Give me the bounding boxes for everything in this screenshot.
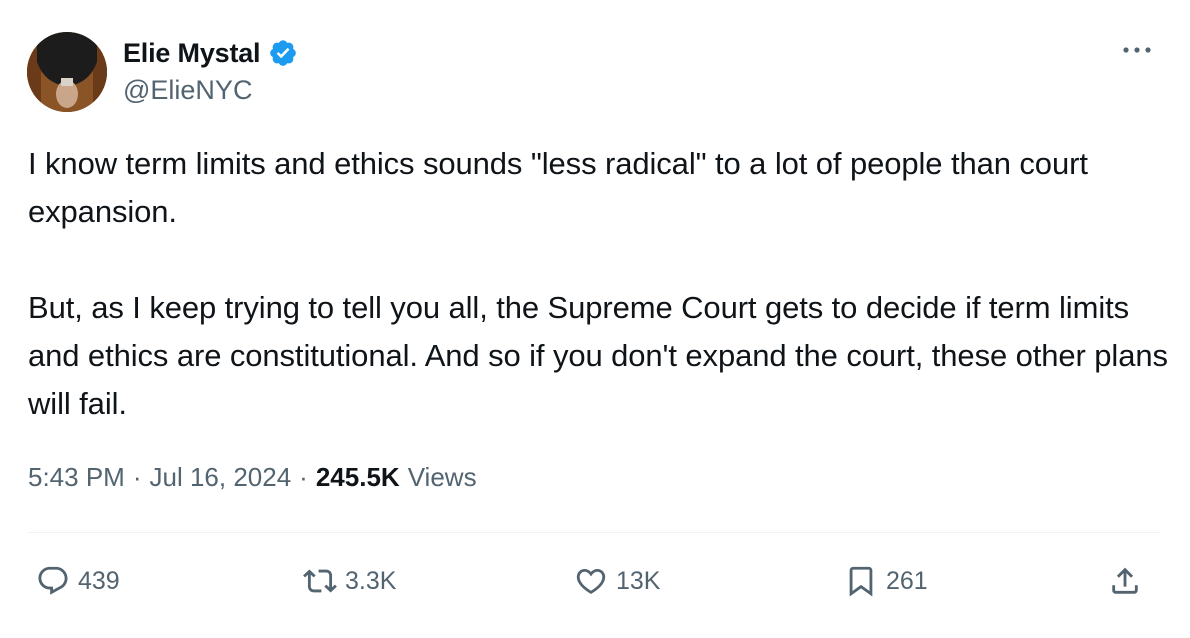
tweet-paragraph: I know term limits and ethics sounds "le… — [28, 146, 1088, 229]
share-icon — [1112, 567, 1138, 594]
share-button[interactable] — [1108, 556, 1150, 606]
meta-separator: · — [132, 462, 142, 492]
action-bar: 439 3.3K 13K 261 — [28, 556, 1160, 606]
verified-badge-icon[interactable] — [268, 38, 298, 68]
repost-button[interactable]: 3.3K — [303, 556, 396, 606]
views-label: Views — [407, 462, 477, 492]
tweet-meta: 5:43 PM · Jul 16, 2024 · 245.5K Views — [28, 462, 477, 493]
tweet-paragraph: But, as I keep trying to tell you all, t… — [28, 290, 1168, 421]
repost-icon — [303, 569, 337, 593]
bookmark-count: 261 — [886, 566, 928, 595]
heart-icon — [576, 568, 606, 594]
tweet-date[interactable]: Jul 16, 2024 — [150, 462, 292, 493]
divider — [28, 532, 1160, 533]
views-count: 245.5K — [315, 462, 400, 492]
author-display-name[interactable]: Elie Mystal — [123, 38, 261, 69]
reply-count: 439 — [78, 566, 120, 595]
like-count: 13K — [616, 566, 661, 595]
reply-button[interactable]: 439 — [36, 556, 120, 606]
bookmark-button[interactable]: 261 — [844, 556, 928, 606]
tweet-time[interactable]: 5:43 PM — [28, 462, 125, 493]
meta-separator: · — [299, 462, 308, 492]
tweet-text: I know term limits and ethics sounds "le… — [28, 140, 1168, 428]
reply-icon — [38, 566, 68, 595]
avatar[interactable] — [27, 32, 107, 112]
repost-count: 3.3K — [345, 566, 397, 595]
avatar-image — [27, 32, 107, 112]
author-handle[interactable]: @ElieNYC — [123, 75, 252, 106]
author-name-row: Elie Mystal — [123, 33, 298, 73]
like-button[interactable]: 13K — [574, 556, 660, 606]
bookmark-icon — [849, 566, 873, 597]
more-dots-icon[interactable] — [1120, 40, 1154, 60]
tweet-card: Elie Mystal @ElieNYC I know term limits … — [0, 0, 1190, 638]
